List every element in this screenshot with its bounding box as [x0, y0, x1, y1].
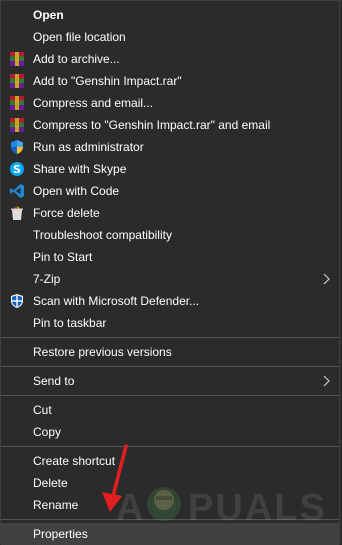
menu-item-label: Open file location	[33, 30, 126, 44]
menu-item-cut[interactable]: Cut	[1, 399, 339, 421]
winrar-icon	[10, 52, 24, 66]
menu-item-label: Send to	[33, 374, 75, 388]
menu-item-label: Copy	[33, 425, 62, 439]
vscode-icon	[10, 184, 24, 198]
menu-separator	[1, 446, 339, 447]
menu-item-add-to-rar[interactable]: Add to "Genshin Impact.rar"	[1, 70, 339, 92]
menu-item-scan-with-defender[interactable]: Scan with Microsoft Defender...	[1, 290, 339, 312]
menu-item-7-zip[interactable]: 7-Zip	[1, 268, 339, 290]
svg-text:S: S	[13, 163, 21, 176]
menu-item-label: Add to archive...	[33, 52, 120, 66]
menu-item-properties[interactable]: Properties	[1, 523, 339, 545]
winrar-icon	[10, 74, 24, 88]
menu-item-open-with-code[interactable]: Open with Code	[1, 180, 339, 202]
menu-item-label: Scan with Microsoft Defender...	[33, 294, 200, 308]
menu-item-open[interactable]: Open	[1, 4, 339, 26]
menu-item-label: Compress and email...	[33, 96, 154, 110]
chevron-right-icon	[323, 375, 330, 387]
menu-item-troubleshoot-compatibility[interactable]: Troubleshoot compatibility	[1, 224, 339, 246]
chevron-right-icon	[323, 273, 330, 285]
uac-shield-icon	[11, 140, 23, 154]
menu-item-share-with-skype[interactable]: S Share with Skype	[1, 158, 339, 180]
menu-item-send-to[interactable]: Send to	[1, 370, 339, 392]
menu-item-label: Open with Code	[33, 184, 120, 198]
menu-item-label: Create shortcut	[33, 454, 116, 468]
menu-item-add-to-archive[interactable]: Add to archive...	[1, 48, 339, 70]
menu-item-pin-to-start[interactable]: Pin to Start	[1, 246, 339, 268]
menu-separator	[1, 366, 339, 367]
menu-item-copy[interactable]: Copy	[1, 421, 339, 443]
menu-item-label: Pin to Start	[33, 250, 93, 264]
menu-item-label: Share with Skype	[33, 162, 127, 176]
menu-item-label: 7-Zip	[33, 272, 61, 286]
winrar-icon	[10, 96, 24, 110]
menu-item-run-as-administrator[interactable]: Run as administrator	[1, 136, 339, 158]
menu-item-create-shortcut[interactable]: Create shortcut	[1, 450, 339, 472]
menu-item-label: Properties	[33, 527, 88, 541]
menu-item-rename[interactable]: Rename	[1, 494, 339, 516]
menu-item-label: Troubleshoot compatibility	[33, 228, 172, 242]
menu-item-label: Open	[33, 8, 64, 22]
menu-item-label: Restore previous versions	[33, 345, 172, 359]
menu-item-label: Force delete	[33, 206, 100, 220]
menu-item-force-delete[interactable]: Force delete	[1, 202, 339, 224]
menu-item-label: Cut	[33, 403, 52, 417]
menu-item-restore-previous-versions[interactable]: Restore previous versions	[1, 341, 339, 363]
menu-separator	[1, 337, 339, 338]
menu-item-label: Run as administrator	[33, 140, 144, 154]
menu-item-label: Rename	[33, 498, 79, 512]
force-delete-icon	[11, 206, 23, 220]
menu-item-label: Pin to taskbar	[33, 316, 107, 330]
menu-item-compress-and-email[interactable]: Compress and email...	[1, 92, 339, 114]
menu-item-delete[interactable]: Delete	[1, 472, 339, 494]
menu-separator	[1, 519, 339, 520]
skype-icon: S	[10, 162, 24, 176]
winrar-icon	[10, 118, 24, 132]
menu-separator	[1, 395, 339, 396]
menu-item-open-file-location[interactable]: Open file location	[1, 26, 339, 48]
menu-item-pin-to-taskbar[interactable]: Pin to taskbar	[1, 312, 339, 334]
menu-item-label: Compress to "Genshin Impact.rar" and ema…	[33, 118, 271, 132]
menu-item-compress-to-rar-and-email[interactable]: Compress to "Genshin Impact.rar" and ema…	[1, 114, 339, 136]
defender-shield-icon	[11, 294, 23, 308]
context-menu: Open Open file location Add to archive..…	[0, 0, 340, 545]
menu-item-label: Add to "Genshin Impact.rar"	[33, 74, 182, 88]
menu-item-label: Delete	[33, 476, 68, 490]
